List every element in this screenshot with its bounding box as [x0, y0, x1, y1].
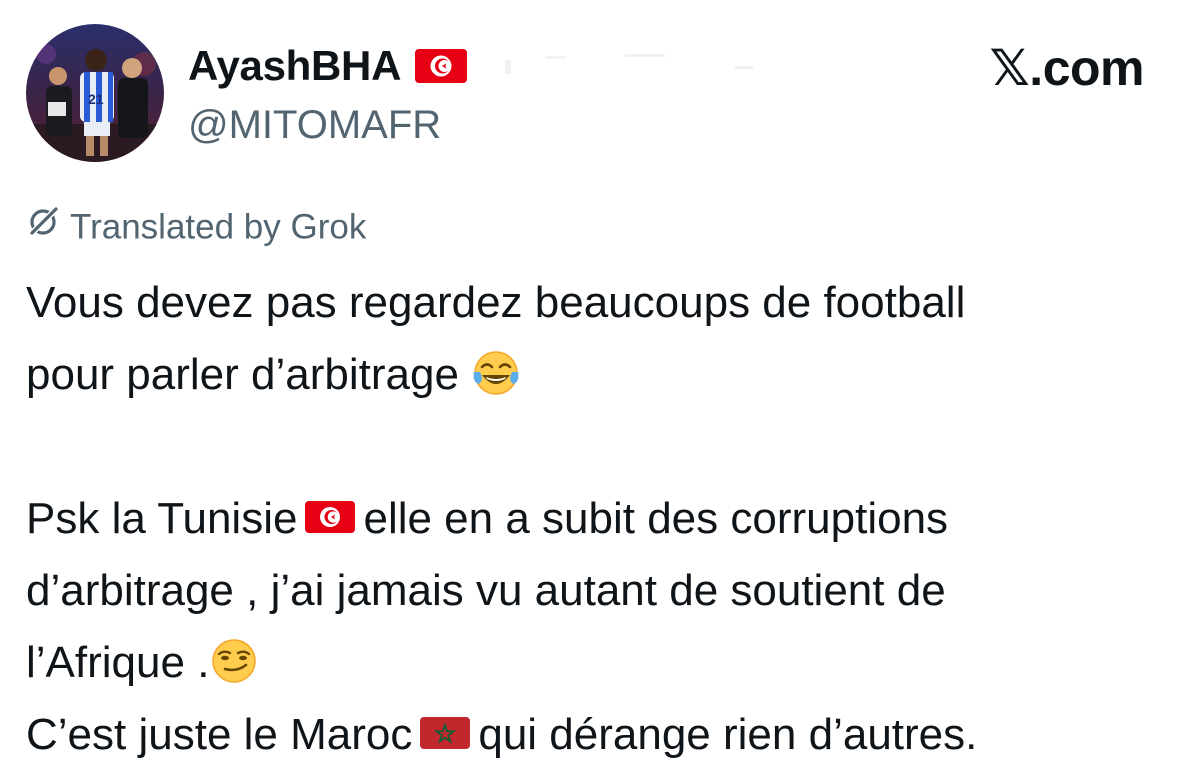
face-with-tears-of-joy-emoji — [471, 348, 521, 398]
author-handle[interactable]: @MITOMAFR — [188, 101, 441, 149]
tweet-line: C’est juste le Maroc qui dérange rien d’… — [26, 699, 1186, 771]
morocco-flag-icon — [420, 717, 471, 750]
smirking-face-emoji — [209, 636, 259, 686]
tweet-line: d’arbitrage , j’ai jamais vu autant de s… — [26, 566, 946, 615]
tweet-card: 21 AyashBHA @MITOMAFR 𝕏.com Translated b… — [0, 0, 1200, 779]
tweet-line-text: C’est juste le Maroc — [26, 710, 413, 759]
translation-notice[interactable]: Translated by Grok — [26, 203, 367, 252]
avatar-image: 21 — [26, 24, 164, 162]
tweet-line: l’Afrique . — [26, 627, 1186, 699]
tweet-line-text: elle en a subit des corruptions — [363, 494, 949, 543]
tweet-line: Psk la Tunisie elle en a subit des corru… — [26, 483, 1186, 555]
tweet-line-text: Psk la Tunisie — [26, 494, 298, 543]
tweet-line-text: qui dérange rien d’autres. — [478, 710, 978, 759]
tweet-line: pour parler d’arbitrage — [26, 339, 1186, 411]
x-brand-logo: 𝕏.com — [989, 40, 1145, 96]
avatar[interactable]: 21 — [26, 24, 164, 162]
translation-label: Translated by Grok — [70, 207, 367, 247]
tweet-line-text: pour parler d’arbitrage — [26, 350, 459, 399]
redacted-area — [505, 52, 775, 78]
author-name-text: AyashBHA — [188, 42, 402, 89]
tunisia-flag-icon — [415, 48, 468, 83]
tweet-line-text: l’Afrique . — [26, 638, 210, 687]
tweet-body: Vous devez pas regardez beaucoups de foo… — [26, 267, 1186, 771]
grok-icon — [26, 203, 62, 249]
tunisia-flag-icon — [305, 501, 356, 534]
tweet-line: Vous devez pas regardez beaucoups de foo… — [26, 278, 966, 327]
author-display-name[interactable]: AyashBHA — [188, 42, 468, 90]
svg-text:21: 21 — [88, 91, 104, 107]
